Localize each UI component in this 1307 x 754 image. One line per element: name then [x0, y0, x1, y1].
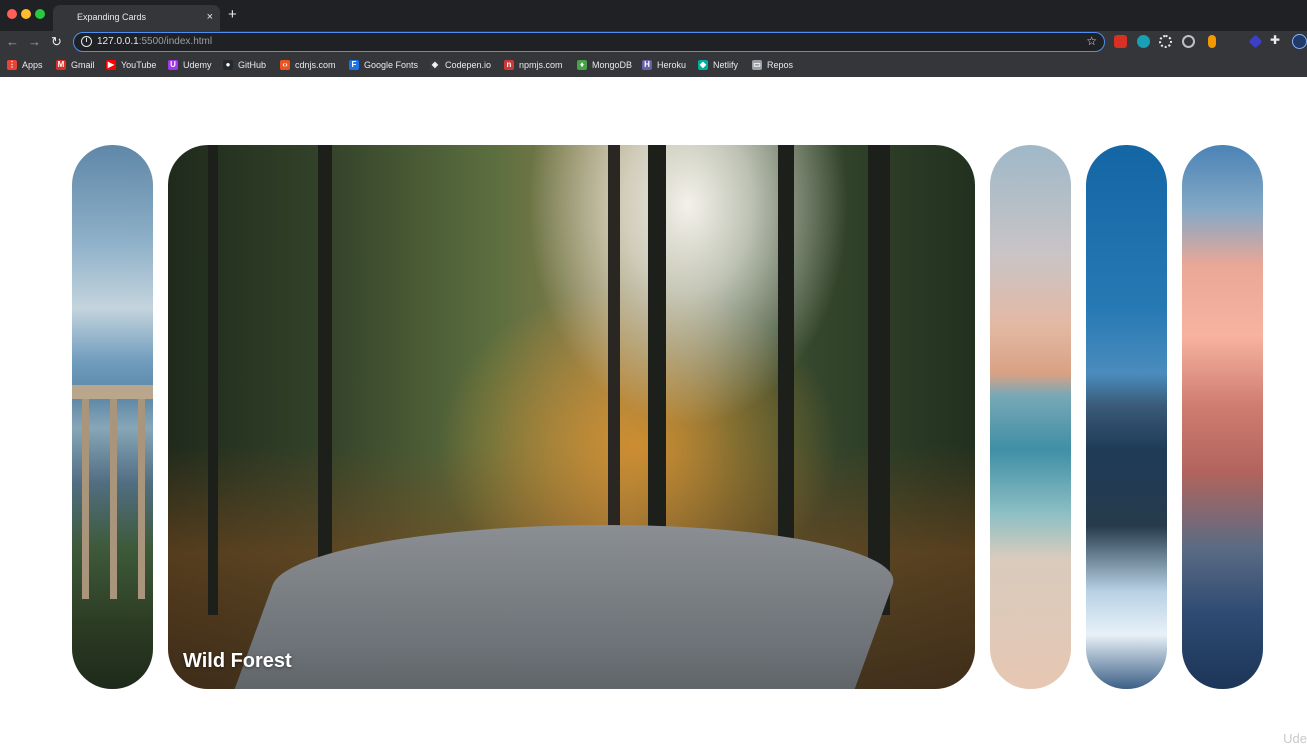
- codepen-icon: ◈: [430, 60, 440, 70]
- bookmarks-bar: ⋮ Apps M Gmail ▶ YouTube U Udemy ● GitHub ‹› cdnjs.…: [0, 53, 1307, 77]
- bridge-pier: [138, 399, 145, 599]
- bookmark-label: Heroku: [657, 60, 687, 70]
- folder-icon: ▭: [752, 60, 762, 70]
- bookmark-label: Codepen.io: [445, 60, 492, 70]
- bookmark-label: Gmail: [71, 60, 95, 70]
- github-icon: ●: [223, 60, 233, 70]
- bridge-pier: [82, 399, 89, 599]
- close-icon[interactable]: ×: [207, 10, 213, 24]
- google-fonts-icon: F: [349, 60, 359, 70]
- close-window-button[interactable]: [7, 9, 17, 19]
- heroku-icon: H: [642, 60, 652, 70]
- bookmark-apps[interactable]: ⋮ Apps: [7, 58, 43, 72]
- extension-icon[interactable]: [1114, 35, 1127, 48]
- minimize-window-button[interactable]: [21, 9, 31, 19]
- url-text[interactable]: 127.0.0.1:5500/index.html: [97, 36, 212, 47]
- card-panel[interactable]: [72, 145, 153, 689]
- card-title: Wild Forest: [183, 650, 292, 672]
- bookmark-heroku[interactable]: H Heroku: [642, 58, 686, 72]
- bookmark-label: cdnjs.com: [295, 60, 336, 70]
- card-panel[interactable]: [1086, 145, 1167, 689]
- tree-trunk: [318, 145, 332, 615]
- bookmark-repos[interactable]: ▭ Repos: [752, 58, 793, 72]
- forward-arrow-icon[interactable]: →: [28, 33, 41, 51]
- browser-chrome: Expanding Cards × + ← → ↻ i 127.0.0.1:55…: [0, 0, 1307, 77]
- bookmark-label: Netlify: [713, 60, 739, 70]
- tab-title: Expanding Cards: [77, 12, 147, 22]
- bookmark-google-fonts[interactable]: F Google Fonts: [349, 58, 418, 72]
- bookmark-label: Google Fonts: [364, 60, 419, 70]
- extension-icon[interactable]: [1159, 35, 1172, 48]
- tree-trunk: [868, 145, 890, 615]
- maximize-window-button[interactable]: [35, 9, 45, 19]
- udemy-icon: U: [168, 60, 178, 70]
- bookmark-codepen-io[interactable]: ◈ Codepen.io: [430, 58, 491, 72]
- gmail-icon: M: [56, 60, 66, 70]
- extension-icon[interactable]: [1208, 35, 1216, 48]
- url-path: :5500/index.html: [138, 36, 213, 47]
- bookmark-label: MongoDB: [592, 60, 633, 70]
- site-info-icon[interactable]: i: [81, 36, 92, 47]
- bookmark-label: GitHub: [238, 60, 267, 70]
- url-host: 127.0.0.1: [97, 36, 139, 47]
- card-panel[interactable]: [990, 145, 1071, 689]
- card-panel-active[interactable]: Wild Forest: [168, 145, 975, 689]
- extension-icon[interactable]: [1137, 35, 1150, 48]
- tab-strip: Expanding Cards × +: [0, 0, 1307, 31]
- tab-expanding-cards[interactable]: Expanding Cards ×: [53, 5, 220, 31]
- extensions-puzzle-icon[interactable]: ✚: [1270, 33, 1280, 47]
- bookmark-mongodb[interactable]: ♦ MongoDB: [577, 58, 632, 72]
- bookmark-gmail[interactable]: M Gmail: [56, 58, 95, 72]
- netlify-icon: ◆: [698, 60, 708, 70]
- bookmark-label: Udemy: [183, 60, 212, 70]
- bookmark-github[interactable]: ● GitHub: [223, 58, 266, 72]
- bookmark-label: Apps: [22, 60, 43, 70]
- browser-toolbar: ← → ↻ i 127.0.0.1:5500/index.html ☆ ✚: [0, 31, 1307, 53]
- page-content: Wild Forest Ude: [0, 77, 1307, 754]
- card-panel[interactable]: [1182, 145, 1263, 689]
- mongodb-icon: ♦: [577, 60, 587, 70]
- youtube-icon: ▶: [106, 60, 116, 70]
- watermark: Ude: [1283, 731, 1307, 746]
- new-tab-button[interactable]: +: [228, 7, 237, 23]
- bookmark-star-icon[interactable]: ☆: [1086, 34, 1097, 48]
- bridge-pier: [110, 399, 117, 599]
- cdnjs-icon: ‹›: [280, 60, 290, 70]
- reload-icon[interactable]: ↻: [51, 33, 62, 51]
- apps-grid-icon: ⋮: [7, 60, 17, 70]
- bookmark-label: npmjs.com: [519, 60, 563, 70]
- bookmark-netlify[interactable]: ◆ Netlify: [698, 58, 738, 72]
- address-bar[interactable]: i 127.0.0.1:5500/index.html ☆: [73, 32, 1105, 52]
- bridge-deck: [72, 385, 153, 399]
- bookmark-npmjs-com[interactable]: n npmjs.com: [504, 58, 563, 72]
- bookmark-udemy[interactable]: U Udemy: [168, 58, 212, 72]
- tree-trunk: [208, 145, 218, 615]
- bookmark-label: Repos: [767, 60, 794, 70]
- extension-icon[interactable]: [1248, 34, 1263, 49]
- extension-icon[interactable]: [1182, 35, 1195, 48]
- extension-icon[interactable]: [1227, 35, 1240, 48]
- npm-icon: n: [504, 60, 514, 70]
- bookmark-cdnjs-com[interactable]: ‹› cdnjs.com: [280, 58, 336, 72]
- bookmark-label: YouTube: [121, 60, 157, 70]
- back-arrow-icon[interactable]: ←: [6, 33, 19, 51]
- bookmark-youtube[interactable]: ▶ YouTube: [106, 58, 156, 72]
- profile-avatar[interactable]: [1292, 34, 1307, 49]
